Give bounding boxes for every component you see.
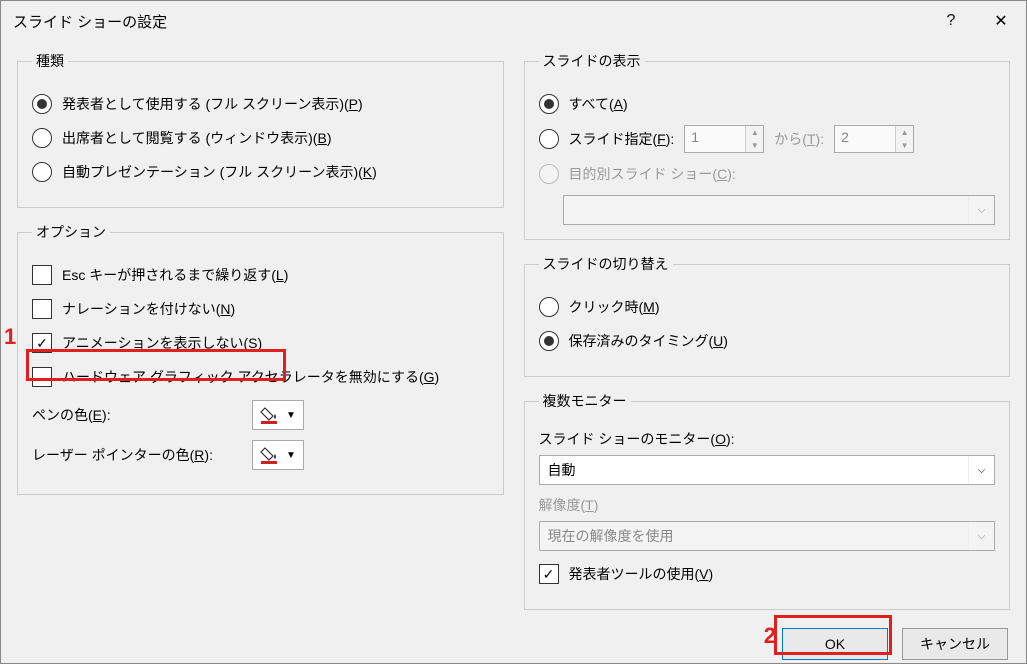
resolution-combo: 現在の解像度を使用 ⌵ xyxy=(539,521,996,551)
show-slides-group: スライドの表示 すべて(A) スライド指定(F): 1 ▲▼ から(T): 2 xyxy=(524,51,1011,240)
radio-kiosk[interactable] xyxy=(32,162,52,182)
to-up[interactable]: ▲ xyxy=(896,126,913,139)
radio-kiosk-label: 自動プレゼンテーション (フル スクリーン表示)(K) xyxy=(62,162,377,182)
from-down[interactable]: ▼ xyxy=(746,139,763,152)
check-no-narration-label: ナレーションを付けない(N) xyxy=(62,299,235,319)
slideshow-settings-dialog: スライド ショーの設定 ? ✕ 種類 発表者として使用する (フル スクリーン表… xyxy=(0,0,1027,664)
radio-browse-label: 出席者として閲覧する (ウィンドウ表示)(B) xyxy=(62,128,331,148)
check-presenter-view[interactable] xyxy=(539,564,559,584)
from-value: 1 xyxy=(685,126,745,152)
radio-all-slides[interactable] xyxy=(539,94,559,114)
monitor-combo[interactable]: 自動 ⌵ xyxy=(539,455,996,485)
help-button[interactable]: ? xyxy=(926,1,976,41)
callout-2: 2 xyxy=(764,623,776,649)
chevron-down-icon: ⌵ xyxy=(968,522,994,550)
radio-custom-show xyxy=(539,164,559,184)
left-column: 種類 発表者として使用する (フル スクリーン表示)(P) 出席者として閲覧する… xyxy=(17,51,504,624)
to-spinner[interactable]: 2 ▲▼ xyxy=(834,125,914,153)
help-icon: ? xyxy=(947,12,956,30)
to-down[interactable]: ▼ xyxy=(896,139,913,152)
paint-bucket-icon xyxy=(260,405,280,425)
cancel-button[interactable]: キャンセル xyxy=(902,628,1008,660)
radio-timings[interactable] xyxy=(539,331,559,351)
radio-range[interactable] xyxy=(539,129,559,149)
titlebar: スライド ショーの設定 ? ✕ xyxy=(1,1,1026,41)
from-up[interactable]: ▲ xyxy=(746,126,763,139)
options-group: オプション Esc キーが押されるまで繰り返す(L) ナレーションを付けない(N… xyxy=(17,222,504,495)
callout-1: 1 xyxy=(4,324,16,350)
check-no-animation[interactable] xyxy=(32,333,52,353)
chevron-down-icon: ▼ xyxy=(286,410,296,421)
monitor-group: 複数モニター スライド ショーのモニター(O): 自動 ⌵ 解像度(T) 現在の… xyxy=(524,391,1011,610)
radio-presenter-label: 発表者として使用する (フル スクリーン表示)(P) xyxy=(62,94,363,114)
show-type-legend: 種類 xyxy=(32,51,68,71)
check-no-narration[interactable] xyxy=(32,299,52,319)
check-no-animation-label: アニメーションを表示しない(S) xyxy=(62,333,262,353)
right-column: スライドの表示 すべて(A) スライド指定(F): 1 ▲▼ から(T): 2 xyxy=(524,51,1011,624)
laser-color-label: レーザー ポインターの色(R): xyxy=(32,445,232,465)
radio-range-label: スライド指定(F): xyxy=(569,129,675,149)
dialog-title: スライド ショーの設定 xyxy=(13,11,926,32)
chevron-down-icon: ⌵ xyxy=(968,196,994,224)
monitor-value: 自動 xyxy=(540,460,969,480)
show-type-group: 種類 発表者として使用する (フル スクリーン表示)(P) 出席者として閲覧する… xyxy=(17,51,504,208)
paint-bucket-icon xyxy=(260,445,280,465)
close-button[interactable]: ✕ xyxy=(976,1,1026,41)
from-spinner[interactable]: 1 ▲▼ xyxy=(684,125,764,153)
check-no-hw-accel-label: ハードウェア グラフィック アクセラレータを無効にする(G) xyxy=(62,367,439,387)
radio-browse[interactable] xyxy=(32,128,52,148)
radio-custom-label: 目的別スライド ショー(C): xyxy=(569,164,736,184)
check-loop[interactable] xyxy=(32,265,52,285)
show-slides-legend: スライドの表示 xyxy=(539,51,645,71)
resolution-value: 現在の解像度を使用 xyxy=(540,526,969,546)
radio-presenter[interactable] xyxy=(32,94,52,114)
chevron-down-icon: ▼ xyxy=(286,450,296,461)
check-presenter-view-label: 発表者ツールの使用(V) xyxy=(569,564,714,584)
chevron-down-icon: ⌵ xyxy=(968,456,994,484)
options-legend: オプション xyxy=(32,222,110,242)
laser-color-button[interactable]: ▼ xyxy=(252,440,304,470)
monitor-label: スライド ショーのモニター(O): xyxy=(539,429,996,449)
dialog-footer: 2 OK キャンセル xyxy=(1,624,1026,663)
ok-button[interactable]: OK xyxy=(782,628,888,660)
radio-timings-label: 保存済みのタイミング(U) xyxy=(569,331,728,351)
radio-manual-label: クリック時(M) xyxy=(569,297,660,317)
check-loop-label: Esc キーが押されるまで繰り返す(L) xyxy=(62,265,288,285)
advance-group: スライドの切り替え クリック時(M) 保存済みのタイミング(U) xyxy=(524,254,1011,377)
pen-color-button[interactable]: ▼ xyxy=(252,400,304,430)
to-label: から(T): xyxy=(774,129,824,149)
custom-show-combo: ⌵ xyxy=(563,195,996,225)
check-no-hw-accel[interactable] xyxy=(32,367,52,387)
close-icon: ✕ xyxy=(994,11,1007,31)
to-value: 2 xyxy=(835,126,895,152)
advance-legend: スライドの切り替え xyxy=(539,254,673,274)
monitor-legend: 複数モニター xyxy=(539,391,631,411)
resolution-label: 解像度(T) xyxy=(539,495,996,515)
radio-manual[interactable] xyxy=(539,297,559,317)
radio-all-label: すべて(A) xyxy=(569,94,628,114)
pen-color-label: ペンの色(E): xyxy=(32,405,232,425)
